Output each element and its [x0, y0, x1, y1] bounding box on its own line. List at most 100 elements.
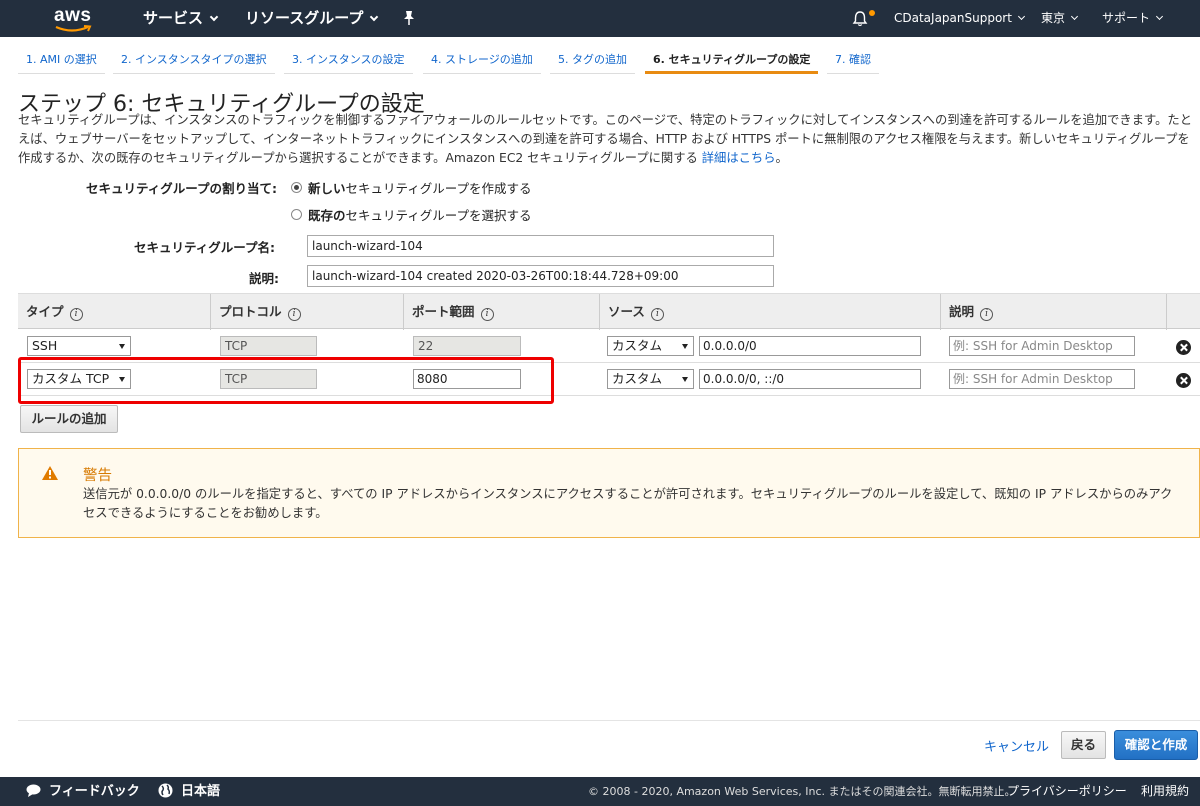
terms-link[interactable]: 利用規約 — [1141, 777, 1189, 806]
page-description: セキュリティグループは、インスタンスのトラフィックを制御するファイアウォールのル… — [18, 111, 1200, 168]
highlight-box — [18, 357, 554, 404]
radio-new-bold: 新しい — [308, 181, 346, 196]
tab-tags[interactable]: 5. タグの追加 — [550, 46, 635, 74]
services-label: サービス — [143, 9, 204, 27]
remove-rule-icon[interactable] — [1176, 373, 1191, 388]
col-port-range-label: ポート範囲 — [412, 304, 475, 319]
support-label: サポート — [1102, 11, 1151, 25]
rules-table-header: タイプ i プロトコル i ポート範囲 i ソース i 説明 i — [18, 293, 1200, 330]
tab-security-group[interactable]: 6. セキュリティグループの設定 — [645, 46, 819, 74]
radio-new-text: セキュリティグループを作成する — [345, 181, 532, 196]
aws-logo[interactable]: aws — [50, 3, 100, 33]
port-range-field: 22 — [413, 336, 521, 356]
footer: フィードバック 日本語 © 2008 - 2020, Amazon Web Se… — [0, 777, 1200, 806]
feedback-link[interactable]: フィードバック — [26, 777, 140, 806]
support-menu[interactable]: サポート — [1102, 0, 1164, 37]
source-cidr-input[interactable]: 0.0.0.0/0, ::/0 — [699, 369, 921, 389]
radio-existing-text: セキュリティグループを選択する — [345, 208, 532, 223]
aws-logo-text: aws — [54, 5, 92, 26]
chevron-down-icon — [209, 12, 219, 22]
radio-button[interactable] — [291, 209, 302, 220]
account-label: CDataJapanSupport — [894, 11, 1012, 25]
learn-more-link[interactable]: 詳細はこちら — [702, 151, 776, 165]
top-nav: aws サービス リソースグループ CDataJapanSupport 東京 サ… — [0, 0, 1200, 37]
cancel-button[interactable]: キャンセル — [984, 736, 1049, 755]
source-type-value: カスタム — [612, 338, 663, 353]
chevron-down-icon — [370, 12, 379, 22]
tab-ami[interactable]: 1. AMI の選択 — [18, 46, 105, 74]
description-end: 。 — [775, 151, 788, 165]
privacy-policy-link[interactable]: プライバシーポリシー — [1007, 777, 1127, 806]
rule-description-input[interactable]: 例: SSH for Admin Desktop — [949, 369, 1135, 389]
warning-title: 警告 — [83, 468, 112, 484]
radio-existing-group[interactable]: 既存の セキュリティグループを選択する — [291, 205, 532, 224]
protocol-field: TCP — [220, 336, 317, 356]
source-cidr-input[interactable]: 0.0.0.0/0 — [699, 336, 921, 356]
warning-icon — [42, 466, 58, 480]
radio-new-group[interactable]: 新しい セキュリティグループを作成する — [291, 178, 532, 197]
col-actions — [1166, 294, 1200, 330]
resource-groups-label: リソースグループ — [245, 9, 364, 27]
col-source: ソース i — [599, 294, 664, 330]
info-icon[interactable]: i — [69, 308, 83, 321]
caret-down-icon — [682, 377, 688, 382]
group-name-input[interactable]: launch-wizard-104 — [307, 235, 774, 257]
group-name-label: セキュリティグループ名: — [134, 240, 275, 255]
radio-existing-bold: 既存の — [308, 208, 346, 223]
info-icon[interactable]: i — [980, 308, 994, 321]
language-label: 日本語 — [181, 784, 221, 799]
col-source-label: ソース — [608, 304, 645, 319]
col-description: 説明 i — [940, 294, 994, 330]
tab-review[interactable]: 7. 確認 — [827, 46, 879, 74]
services-menu[interactable]: サービス — [143, 0, 219, 37]
feedback-label: フィードバック — [49, 784, 140, 799]
bell-icon[interactable] — [852, 10, 868, 27]
col-port-range: ポート範囲 i — [403, 294, 494, 330]
region-label: 東京 — [1041, 11, 1066, 25]
caret-down-icon — [119, 344, 125, 349]
chevron-down-icon — [1155, 12, 1164, 21]
caret-down-icon — [682, 344, 688, 349]
warning-text: 送信元が 0.0.0.0/0 のルールを指定すると、すべての IP アドレスから… — [83, 487, 1173, 520]
chat-bubble-icon — [26, 784, 41, 797]
warning-box: 警告 送信元が 0.0.0.0/0 のルールを指定すると、すべての IP アドレ… — [18, 448, 1200, 538]
resource-groups-menu[interactable]: リソースグループ — [245, 0, 379, 37]
globe-icon — [158, 783, 173, 798]
group-description-label: 説明: — [249, 271, 279, 286]
col-type: タイプ i — [18, 294, 83, 330]
tab-storage[interactable]: 4. ストレージの追加 — [423, 46, 541, 74]
info-icon[interactable]: i — [287, 308, 301, 321]
copyright-text: © 2008 - 2020, Amazon Web Services, Inc.… — [588, 785, 1016, 798]
remove-rule-icon[interactable] — [1176, 340, 1191, 355]
info-icon[interactable]: i — [650, 308, 664, 321]
assign-label: セキュリティグループの割り当て: — [86, 181, 277, 196]
divider — [18, 720, 1200, 721]
rule-description-input[interactable]: 例: SSH for Admin Desktop — [949, 336, 1135, 356]
source-type-select[interactable]: カスタム — [607, 336, 694, 356]
account-menu[interactable]: CDataJapanSupport — [894, 0, 1025, 37]
source-type-select[interactable]: カスタム — [607, 369, 694, 389]
tab-instance-type[interactable]: 2. インスタンスタイプの選択 — [113, 46, 275, 74]
info-icon[interactable]: i — [480, 308, 494, 321]
col-protocol: プロトコル i — [210, 294, 301, 330]
source-type-value: カスタム — [612, 371, 663, 386]
radio-button-checked[interactable] — [291, 182, 302, 193]
review-and-launch-button[interactable]: 確認と作成 — [1114, 730, 1198, 760]
col-protocol-label: プロトコル — [219, 304, 282, 319]
region-menu[interactable]: 東京 — [1041, 0, 1079, 37]
col-type-label: タイプ — [26, 304, 64, 319]
chevron-down-icon — [1070, 12, 1079, 21]
col-description-label: 説明 — [949, 304, 975, 319]
rule-type-select[interactable]: SSH — [27, 336, 131, 356]
language-selector[interactable]: 日本語 — [158, 777, 220, 806]
group-description-input[interactable]: launch-wizard-104 created 2020-03-26T00:… — [307, 265, 774, 287]
aws-smile-icon — [55, 25, 92, 32]
add-rule-button[interactable]: ルールの追加 — [20, 405, 118, 433]
tab-instance-config[interactable]: 3. インスタンスの設定 — [284, 46, 413, 74]
rule-type-value: SSH — [32, 338, 58, 353]
back-button[interactable]: 戻る — [1061, 731, 1106, 759]
pin-icon[interactable] — [402, 10, 416, 26]
notification-dot — [869, 10, 875, 16]
chevron-down-icon — [1017, 12, 1025, 21]
description-text: セキュリティグループは、インスタンスのトラフィックを制御するファイアウォールのル… — [18, 113, 1192, 165]
